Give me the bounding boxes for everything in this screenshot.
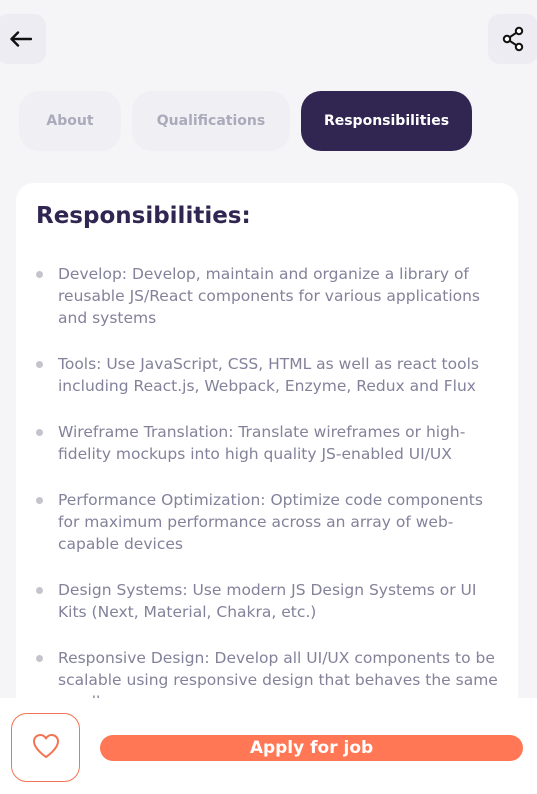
tab-responsibilities[interactable]: Responsibilities — [301, 91, 472, 151]
bullet-icon — [36, 655, 43, 662]
bullet-icon — [36, 429, 43, 436]
share-icon — [500, 26, 526, 52]
back-button[interactable] — [0, 14, 46, 64]
arrow-left-icon — [10, 31, 32, 47]
heart-icon — [31, 732, 61, 764]
list-item: Performance Optimization: Optimize code … — [36, 489, 506, 555]
bullet-icon — [36, 271, 43, 278]
tab-qualifications[interactable]: Qualifications — [132, 91, 290, 151]
list-item: Develop: Develop, maintain and organize … — [36, 263, 506, 329]
footer-bar: Apply for job — [0, 698, 537, 794]
share-button[interactable] — [488, 14, 537, 64]
list-item-text: Tools: Use JavaScript, CSS, HTML as well… — [58, 355, 479, 395]
list-item-text: Performance Optimization: Optimize code … — [58, 491, 483, 553]
bullet-icon — [36, 497, 43, 504]
list-item-text: Wireframe Translation: Translate wirefra… — [58, 423, 466, 463]
list-item-text: Develop: Develop, maintain and organize … — [58, 265, 481, 327]
list-item-text: Design Systems: Use modern JS Design Sys… — [58, 581, 477, 621]
favorite-button[interactable] — [11, 713, 80, 782]
list-item: Design Systems: Use modern JS Design Sys… — [36, 579, 506, 623]
tab-bar: About Qualifications Responsibilities — [19, 91, 472, 151]
apply-button[interactable]: Apply for job — [100, 735, 523, 761]
list-item: Wireframe Translation: Translate wirefra… — [36, 421, 506, 465]
tab-about[interactable]: About — [19, 91, 121, 151]
bullet-icon — [36, 361, 43, 368]
section-title: Responsibilities: — [36, 203, 251, 229]
list-item: Tools: Use JavaScript, CSS, HTML as well… — [36, 353, 506, 397]
responsibilities-card: Responsibilities: Develop: Develop, main… — [16, 183, 518, 723]
bullet-icon — [36, 587, 43, 594]
responsibilities-list: Develop: Develop, maintain and organize … — [36, 263, 506, 723]
